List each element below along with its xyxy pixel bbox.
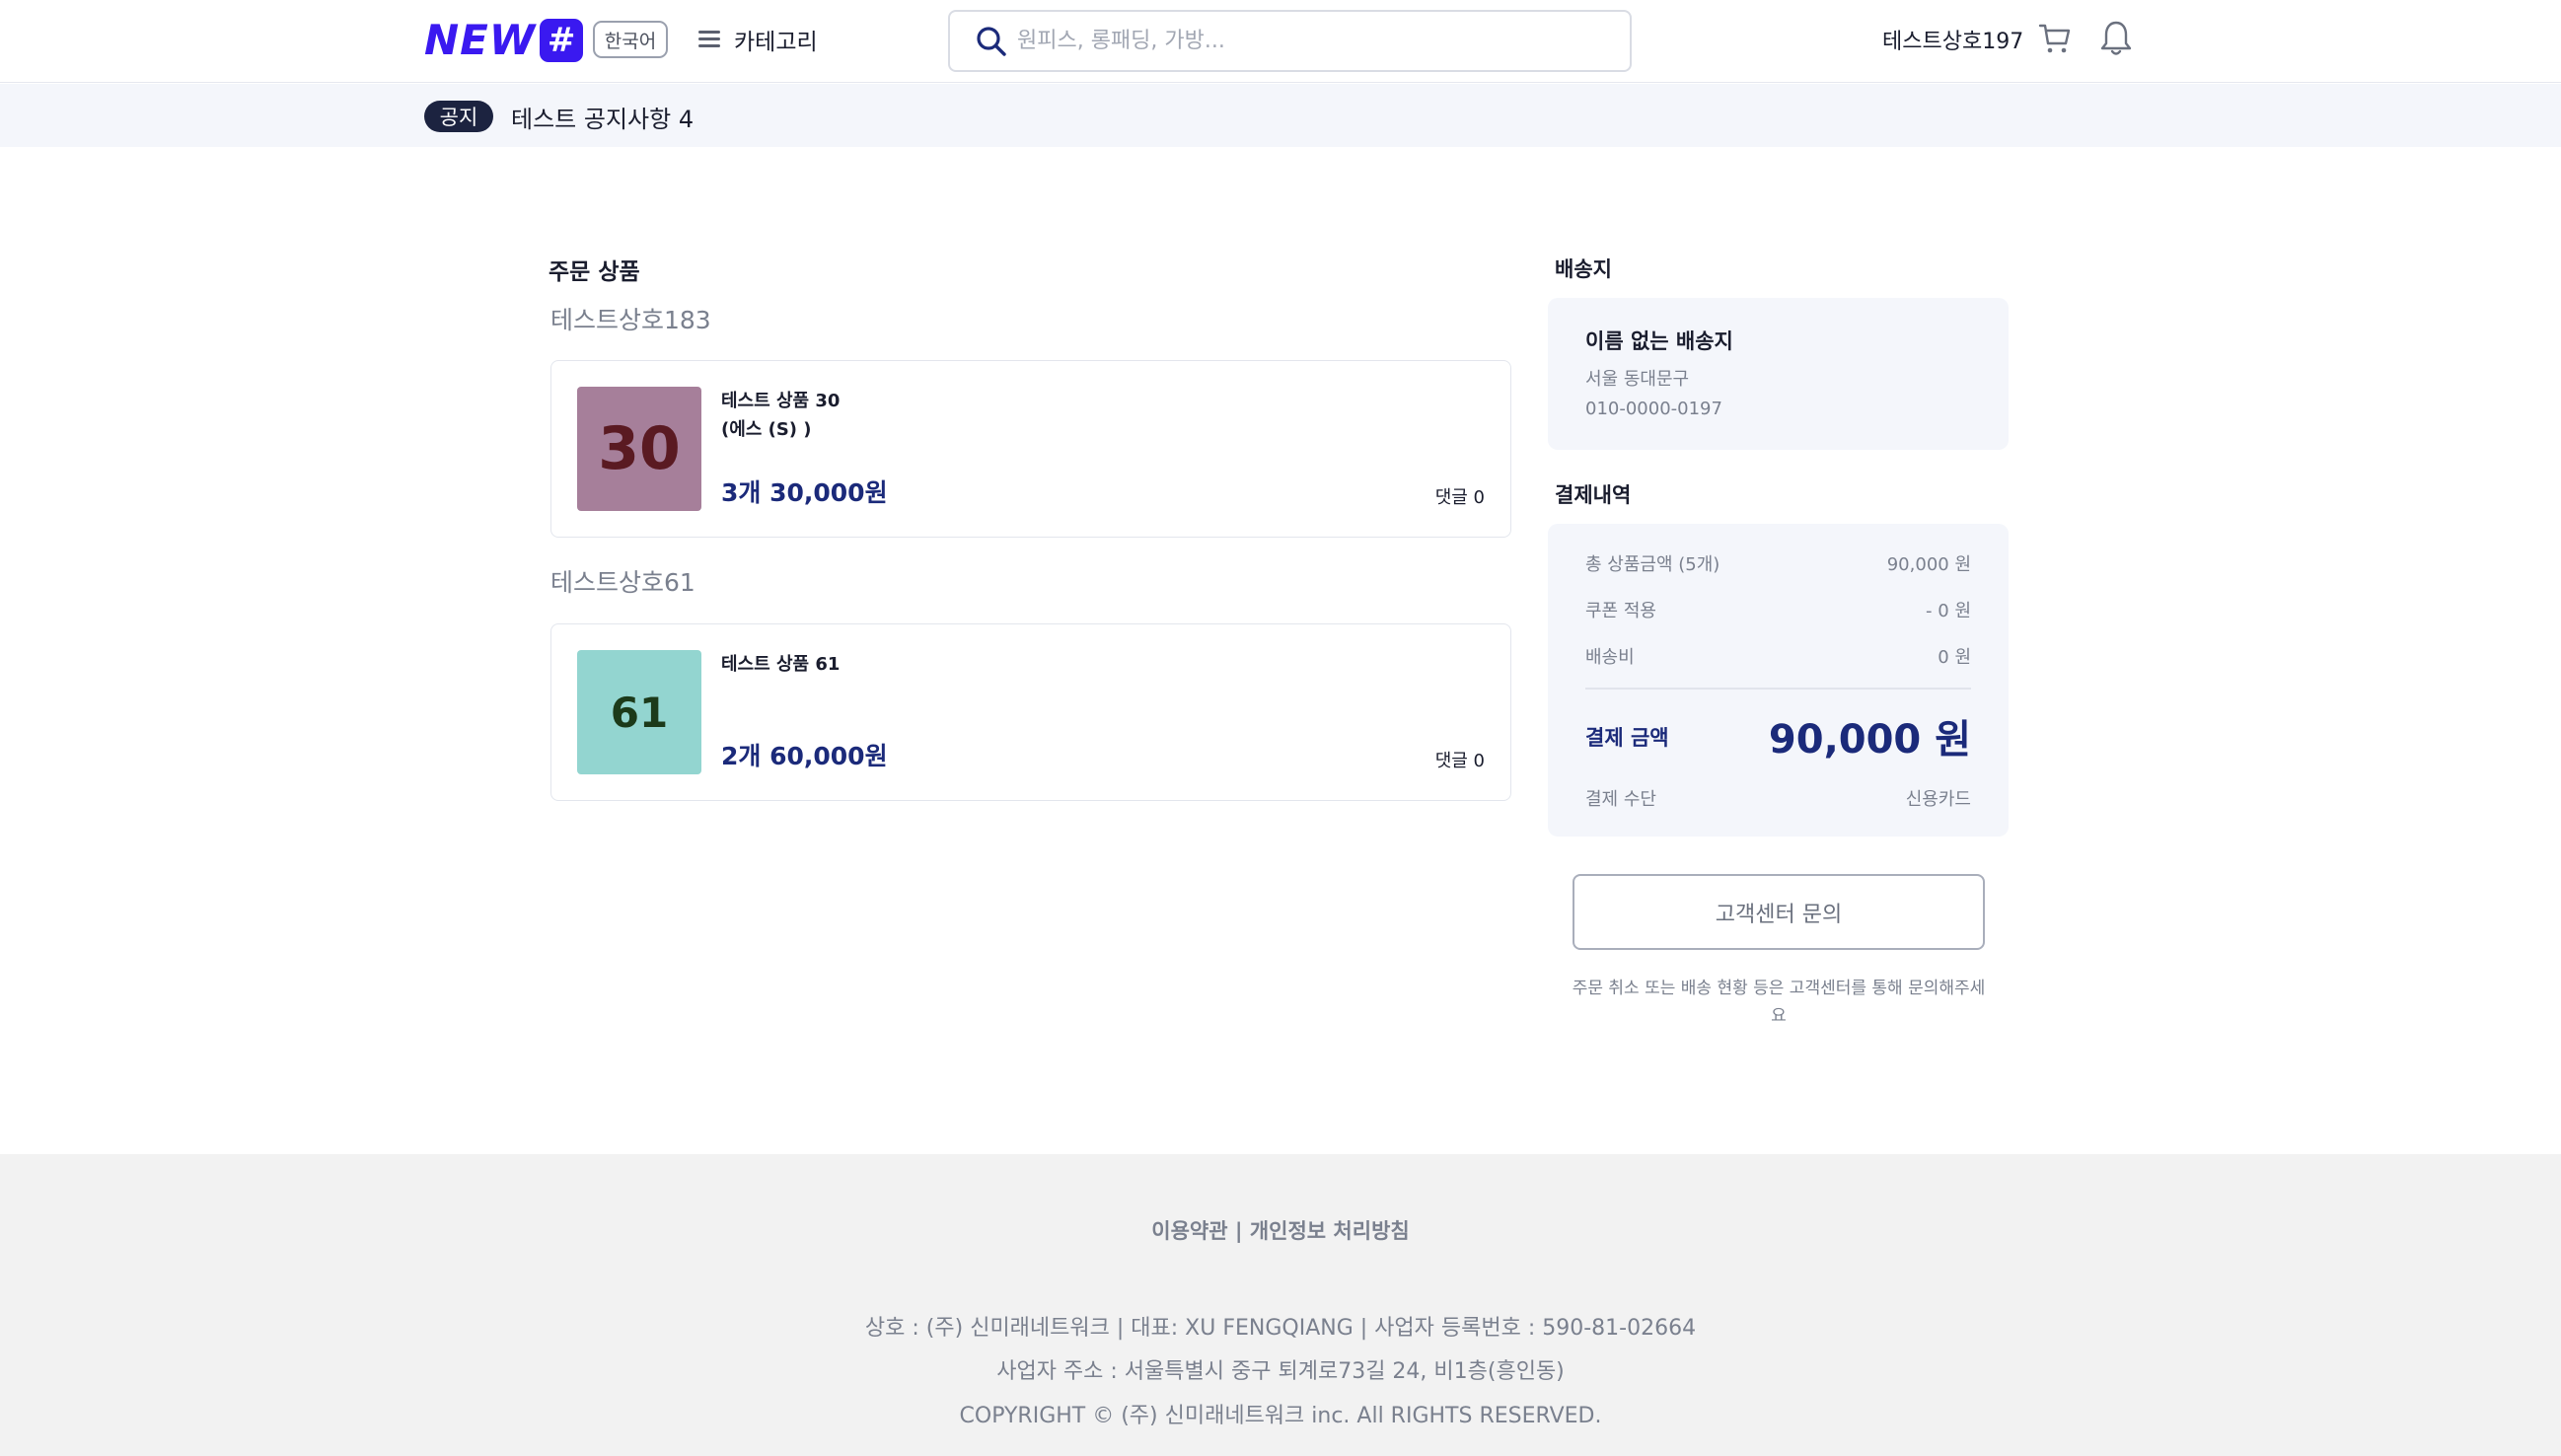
shipping-panel: 이름 없는 배송지 서울 동대문구 010-0000-0197 (1548, 298, 2009, 450)
payment-row: 총 상품금액 (5개) 90,000 원 (1585, 550, 1971, 576)
product-name[interactable]: 테스트 상품 30 (721, 387, 840, 415)
comment-count[interactable]: 댓글 0 (1435, 747, 1485, 772)
product-price: 2개 60,000원 (721, 742, 888, 770)
comment-count[interactable]: 댓글 0 (1435, 483, 1485, 509)
notice-bar[interactable]: 공지 테스트 공지사항 4 (0, 84, 2561, 147)
payment-row-label: 총 상품금액 (5개) (1585, 554, 1720, 575)
shipping-title: 배송지 (1555, 257, 1612, 281)
payment-row-label: 쿠폰 적용 (1585, 601, 1656, 621)
payment-method-row: 결제 수단 신용카드 (1585, 785, 1971, 811)
bell-icon[interactable] (2099, 20, 2133, 57)
customer-service-note: 주문 취소 또는 배송 현황 등은 고객센터를 통해 문의해주세요 (1572, 979, 1986, 1026)
category-label: 카테고리 (734, 30, 818, 55)
cart-icon[interactable] (2038, 22, 2072, 55)
payment-row: 쿠폰 적용 - 0 원 (1585, 597, 1971, 622)
product-name[interactable]: 테스트 상품 61 (721, 650, 840, 679)
payment-row-label: 배송비 (1585, 647, 1635, 668)
order-item-card[interactable]: 30 테스트 상품 30 (에스 (S) ) 3개 30,000원 댓글 0 (550, 360, 1511, 538)
payment-row-value: 90,000 원 (1886, 554, 1971, 575)
shipping-phone: 010-0000-0197 (1585, 399, 1722, 419)
footer-address: 사업자 주소 : 서울특별시 중구 퇴계로73길 24, 비1층(흥인동) (996, 1359, 1565, 1384)
payment-panel: 총 상품금액 (5개) 90,000 원 쿠폰 적용 - 0 원 배송비 0 원… (1548, 524, 2009, 837)
payment-row-value: - 0 원 (1926, 601, 1971, 621)
logo[interactable]: NEW # (424, 16, 584, 64)
payment-method-label: 결제 수단 (1585, 789, 1656, 810)
language-button[interactable]: 한국어 (593, 21, 668, 58)
top-header: NEW # 한국어 카테고리 테스트상호197 (0, 0, 2561, 83)
payment-method-value: 신용카드 (1905, 789, 1971, 810)
order-item-card[interactable]: 61 테스트 상품 61 2개 60,000원 댓글 0 (550, 623, 1511, 801)
shipping-address: 서울 동대문구 (1585, 369, 1690, 390)
payment-title: 결제내역 (1555, 483, 1632, 507)
product-thumbnail[interactable]: 61 (577, 650, 701, 774)
order-items-title: 주문 상품 (549, 259, 640, 285)
notice-badge: 공지 (424, 101, 493, 132)
shop-name: 테스트상호183 (550, 306, 711, 334)
notice-text[interactable]: 테스트 공지사항 4 (511, 100, 694, 134)
payment-total-label: 결제 금액 (1585, 726, 1669, 750)
payment-row-value: 0 원 (1938, 647, 1971, 668)
logo-hash-mark: # (540, 19, 584, 62)
hamburger-icon (698, 31, 720, 48)
logo-text: NEW (424, 16, 537, 64)
payment-divider (1585, 688, 1971, 690)
payment-row: 배송비 0 원 (1585, 643, 1971, 669)
product-option: (에스 (S) ) (721, 419, 812, 440)
footer-links[interactable]: 이용약관 | 개인정보 처리방침 (0, 1215, 2561, 1245)
user-name-link[interactable]: 테스트상호197 (1882, 24, 2023, 55)
product-price: 3개 30,000원 (721, 478, 888, 507)
footer-copyright: COPYRIGHT © (주) 신미래네트워크 inc. All RIGHTS … (959, 1404, 1602, 1428)
customer-service-button[interactable]: 고객센터 문의 (1573, 874, 1985, 950)
search-input[interactable] (1017, 29, 1609, 53)
category-button[interactable]: 카테고리 (698, 20, 818, 59)
footer: 이용약관 | 개인정보 처리방침 상호 : (주) 신미래네트워크 | 대표: … (0, 1154, 2561, 1456)
payment-total-value: 90,000 원 (1768, 717, 1971, 763)
search-bar[interactable] (948, 10, 1632, 72)
search-icon (976, 26, 1007, 57)
shop-name: 테스트상호61 (550, 568, 695, 597)
shipping-name: 이름 없는 배송지 (1585, 329, 1733, 353)
product-thumbnail[interactable]: 30 (577, 387, 701, 511)
footer-company-info: 상호 : (주) 신미래네트워크 | 대표: XU FENGQIANG | 사업… (864, 1316, 1697, 1341)
